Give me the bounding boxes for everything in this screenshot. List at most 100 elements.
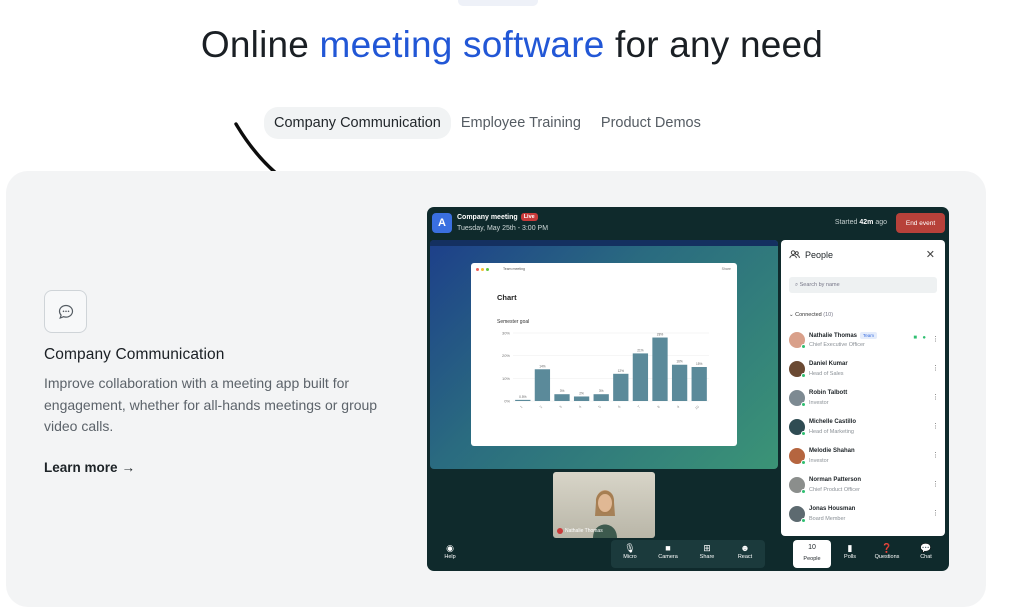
y-tick-label: 30%	[502, 331, 510, 336]
participant-row[interactable]: Norman Patterson Chief Product Officer ⋮	[789, 475, 939, 497]
data-label: 15%	[696, 362, 703, 366]
arrow-right-icon: →	[121, 460, 136, 475]
bar-chart: 0% 10% 20% 30% 0.5% 1 14% 2 3% 3 2% 4 3% 5 12% 6 21% 7 28%…	[502, 331, 709, 411]
avatar	[789, 419, 806, 436]
help-icon: ◉	[446, 543, 454, 553]
participant-name: Michelle Castillo	[809, 419, 857, 425]
participant-role: Chief Executive Officer	[809, 342, 865, 348]
data-label: 3%	[560, 389, 565, 393]
mic-muted-icon	[557, 528, 563, 534]
participant-name: Melodie Shahan	[809, 448, 855, 454]
more-options-icon[interactable]: ⋮	[932, 509, 939, 517]
people-panel-header: People	[789, 249, 833, 260]
tab-employee-training[interactable]: Employee Training	[451, 107, 591, 139]
data-label: 3%	[599, 389, 604, 393]
more-options-icon[interactable]: ⋮	[932, 422, 939, 430]
participant-row[interactable]: Nathalie Thomas Team Chief Executive Offic…	[789, 330, 939, 352]
data-label: 14%	[539, 364, 546, 368]
app-header: A Company meeting Live Tuesday, May 25th …	[427, 207, 949, 239]
live-badge: Live	[520, 213, 538, 221]
camera-button[interactable]: ■ Camera	[651, 542, 685, 560]
x-tick-label: 6	[617, 405, 621, 409]
chart-bar	[652, 337, 668, 401]
y-tick-label: 20%	[502, 353, 510, 358]
mac-menu-bar	[430, 240, 778, 246]
x-tick-label: 1	[519, 405, 523, 409]
started-timer: Started 42m ago	[834, 219, 887, 226]
participant-row[interactable]: Daniel Kumar Head of Sales ⋮	[789, 359, 939, 381]
polls-button[interactable]: ▮ Polls	[833, 542, 867, 560]
tab-product-demos[interactable]: Product Demos	[591, 107, 711, 139]
share-button[interactable]: ⊞ Share	[690, 542, 724, 560]
help-button[interactable]: ◉ Help	[433, 542, 467, 560]
people-button[interactable]: 10 People	[793, 540, 831, 568]
online-status-dot	[801, 344, 806, 349]
chat-icon: 💬	[920, 543, 932, 553]
participant-row[interactable]: Jonas Housman Board Member ⋮	[789, 504, 939, 526]
team-badge: Team	[860, 332, 878, 339]
more-options-icon[interactable]: ⋮	[932, 335, 939, 343]
chart-bar	[515, 399, 531, 401]
feature-description: Improve collaboration with a meeting app…	[44, 375, 378, 434]
avatar	[789, 477, 806, 494]
question-icon: ❓	[881, 543, 893, 553]
micro-button[interactable]: 🎙 Micro	[613, 542, 647, 560]
chat-button[interactable]: 💬 Chat	[909, 542, 943, 560]
chart-bar	[613, 373, 629, 401]
more-options-icon[interactable]: ⋮	[932, 364, 939, 372]
data-label: 2%	[579, 391, 584, 395]
questions-button[interactable]: ❓ Questions	[870, 542, 904, 560]
chart-subtitle: Semester goal	[497, 319, 530, 325]
participant-row[interactable]: Michelle Castillo Head of Marketing ⋮	[789, 417, 939, 439]
participant-row[interactable]: Melodie Shahan Investor ⋮	[789, 446, 939, 468]
microphone-icon: 🎙	[624, 543, 636, 553]
app-logo: A	[432, 213, 452, 233]
participant-name: Norman Patterson	[809, 477, 862, 483]
connected-section-header[interactable]: ⌄ Connected (10)	[789, 312, 833, 318]
feature-title: Company Communication	[44, 346, 225, 363]
x-tick-label: 10	[694, 405, 700, 411]
react-button[interactable]: ☻ React	[728, 542, 762, 560]
chat-bubble-icon	[44, 290, 87, 333]
participant-role: Investor	[809, 458, 829, 464]
x-tick-label: 4	[578, 405, 582, 409]
participant-role: Head of Sales	[809, 371, 844, 377]
data-label: 16%	[676, 360, 683, 364]
chart-bar	[671, 364, 688, 401]
window-controls	[476, 268, 489, 271]
self-video-name: Nathalie Thomas	[557, 528, 603, 534]
end-event-button[interactable]: End event	[896, 213, 945, 233]
online-status-dot	[801, 518, 806, 523]
chart-window: Team meeting Share Chart Semester goal 0…	[471, 263, 737, 446]
chart-bar	[691, 367, 707, 401]
participant-row[interactable]: Robin Talbott Investor ⋮	[789, 388, 939, 410]
people-count: 10	[808, 544, 816, 551]
participant-role: Chief Product Officer	[809, 487, 860, 493]
avatar	[789, 448, 806, 465]
learn-more-link[interactable]: Learn more →	[44, 460, 135, 475]
people-search-input[interactable]: ⌕ Search by name	[789, 277, 937, 293]
shared-screen: Team meeting Share Chart Semester goal 0…	[430, 240, 778, 469]
avatar	[789, 361, 806, 378]
more-options-icon[interactable]: ⋮	[932, 393, 939, 401]
online-status-dot	[801, 489, 806, 494]
y-tick-label: 0%	[504, 399, 510, 404]
participant-name: Jonas Housman	[809, 506, 856, 512]
participant-name: Nathalie Thomas Team	[809, 332, 878, 339]
chart-bar	[593, 394, 609, 401]
chart-title: Chart	[497, 293, 517, 302]
bar-chart-icon: ▮	[847, 543, 853, 553]
x-tick-label: 5	[598, 405, 602, 409]
x-tick-label: 3	[558, 405, 562, 409]
window-share-label: Share	[721, 267, 731, 271]
avatar	[789, 506, 806, 523]
close-icon[interactable]: ✕	[926, 248, 935, 261]
more-options-icon[interactable]: ⋮	[932, 451, 939, 459]
y-tick-label: 10%	[502, 376, 510, 381]
meeting-toolbar: ◉ Help 🎙 Micro ■ Camera ⊞ Share ☻ React 10 Peo…	[427, 538, 949, 571]
meeting-title: Company meeting Live	[457, 213, 538, 221]
people-panel: People ✕ ⌕ Search by name ⌄ Connected (1…	[781, 240, 945, 536]
more-options-icon[interactable]: ⋮	[932, 480, 939, 488]
camera-icon: ■	[665, 543, 671, 553]
x-tick-label: 7	[637, 405, 641, 409]
